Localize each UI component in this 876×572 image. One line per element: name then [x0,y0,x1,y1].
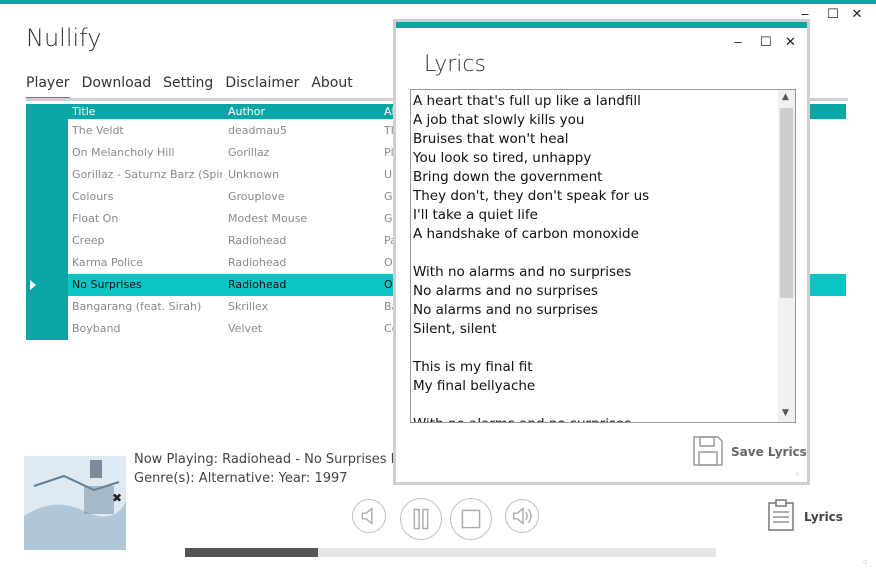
maximize-button[interactable]: ☐ [826,8,840,22]
svg-text:✖: ✖ [112,491,122,505]
now-playing-text: Now Playing: Radiohead - No Surprises Fr… [134,452,423,467]
lyrics-scrollbar[interactable]: ▲ ▼ [778,90,795,422]
tab-setting[interactable]: Setting [163,74,213,100]
lyrics-text[interactable]: A heart that's full up like a landfill A… [413,92,777,422]
cell-author: Unknown [228,168,280,181]
column-header-title[interactable]: Title [72,104,96,119]
cell-author: Modest Mouse [228,212,308,225]
cell-title: Creep [72,234,105,247]
cell-title: Float On [72,212,119,225]
scrollbar-thumb[interactable] [780,108,793,298]
volume-down-icon[interactable] [352,499,386,533]
cell-title: Gorillaz - Saturnz Barz (Spir... [72,168,222,181]
accent-bar [0,0,876,4]
column-header-author[interactable]: Author [228,104,265,119]
app-title: Nullify [26,24,102,52]
save-icon[interactable] [692,435,724,467]
dialog-accent-bar [396,22,807,28]
cell-author: Radiohead [228,234,287,247]
genre-year-text: Genre(s): Alternative: Year: 1997 [134,471,348,486]
dialog-minimize-button[interactable]: ‒ [734,36,742,50]
cell-title: The Veldt [72,124,124,137]
tab-disclaimer[interactable]: Disclaimer [225,74,299,100]
cell-author: Gorillaz [228,146,270,159]
tab-about[interactable]: About [311,74,352,100]
lyrics-button-label[interactable]: Lyrics [804,510,843,524]
cell-title: Colours [72,190,114,203]
cell-author: Radiohead [228,256,287,269]
cell-author: deadmau5 [228,124,287,137]
cell-title: On Melancholy Hill [72,146,175,159]
tab-bar: Player Download Setting Disclaimer About [26,74,365,100]
lyrics-textbox[interactable]: A heart that's full up like a landfill A… [410,89,796,423]
row-arrow-icon [30,280,36,290]
lyrics-dialog: Lyrics ‒ ☐ ✕ A heart that's full up like… [393,19,810,485]
cell-author: Velvet [228,322,263,335]
tab-player[interactable]: Player [26,74,70,100]
progress-fill [185,548,318,557]
cell-author: Grouplove [228,190,285,203]
scroll-up-icon[interactable]: ▲ [782,92,789,102]
resize-grip-icon[interactable]: ⁘ [862,558,869,567]
dialog-close-button[interactable]: ✕ [785,36,796,50]
selected-row-indicator [26,274,68,296]
cell-title: Boyband [72,322,121,335]
playback-progress-bar[interactable] [185,548,716,557]
cell-title: Karma Police [72,256,143,269]
album-art: ✖ [24,456,126,550]
pause-icon[interactable] [400,498,442,540]
scroll-down-icon[interactable]: ▼ [782,408,789,418]
dialog-title: Lyrics [424,52,486,77]
save-lyrics-button[interactable]: Save Lyrics [731,445,807,459]
cell-title: Bangarang (feat. Sirah) [72,300,202,313]
close-button[interactable]: ✕ [850,8,864,22]
dialog-resize-grip-icon[interactable]: ⁘ [794,470,801,479]
dialog-maximize-button[interactable]: ☐ [760,36,772,50]
app-window: ‒ ☐ ✕ Nullify Player Download Setting Di… [0,0,876,572]
cell-title: No Surprises [72,278,142,291]
clipboard-icon[interactable] [766,498,796,532]
cell-author: Radiohead [228,278,287,291]
volume-up-icon[interactable] [505,499,539,533]
stop-icon[interactable] [450,498,492,540]
row-header-column [26,104,68,340]
tab-download[interactable]: Download [82,74,152,100]
cell-author: Skrillex [228,300,269,313]
